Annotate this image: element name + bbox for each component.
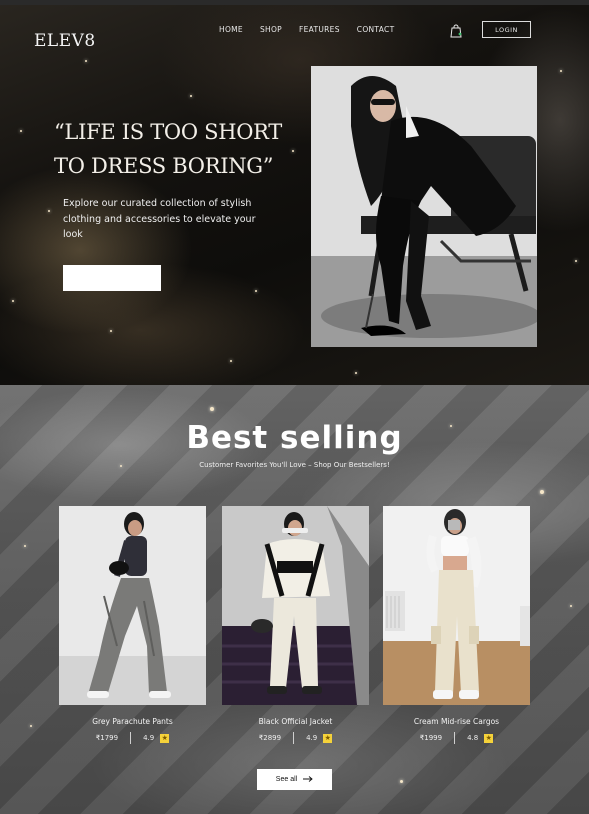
- product-price: ₹1799: [95, 734, 119, 742]
- nav-shop[interactable]: SHOP: [260, 25, 282, 34]
- hero-description: Explore our curated collection of stylis…: [63, 198, 256, 240]
- sparkle: [540, 490, 544, 494]
- product-rating: 4.8: [467, 734, 479, 742]
- product-image[interactable]: [383, 506, 530, 705]
- nav-home[interactable]: HOME: [219, 25, 243, 34]
- divider: [454, 732, 456, 744]
- product-rating: 4.9: [306, 734, 318, 742]
- product-rating: 4.9: [143, 734, 155, 742]
- sparkle: [570, 605, 572, 607]
- see-all-label: See all: [275, 776, 298, 783]
- hero-section: ELEV8 HOME SHOP FEATURES CONTACT LOGIN “…: [0, 0, 589, 385]
- product-card[interactable]: Black Official Jacket ₹2899 4.9 ★: [222, 506, 369, 744]
- sparkle: [30, 725, 32, 727]
- sparkle: [355, 372, 357, 374]
- login-button[interactable]: LOGIN: [482, 21, 531, 38]
- sparkle: [85, 60, 87, 62]
- product-image[interactable]: [59, 506, 206, 705]
- star-icon: ★: [160, 733, 170, 743]
- star-icon: ★: [323, 733, 333, 743]
- hero-quote-line-2: TO DRESS BORING”: [54, 154, 274, 178]
- sparkle: [110, 330, 112, 332]
- sparkle: [210, 407, 214, 411]
- sparkle: [575, 260, 577, 262]
- divider: [293, 732, 295, 744]
- nav-features[interactable]: FEATURES: [299, 25, 340, 34]
- hero-model-photo: [311, 66, 537, 347]
- product-name[interactable]: Black Official Jacket: [222, 717, 369, 726]
- sparkle: [560, 70, 562, 72]
- brand-logo[interactable]: ELEV8: [34, 31, 96, 51]
- top-border: [0, 0, 589, 5]
- sparkle: [292, 150, 294, 152]
- best-selling-section: Best selling Customer Favorites You'll L…: [0, 385, 589, 814]
- product-meta: ₹2899 4.9 ★: [222, 732, 369, 744]
- sparkle: [190, 95, 192, 97]
- star-icon: ★: [484, 733, 494, 743]
- sparkle: [400, 780, 403, 783]
- arrow-right-icon: [303, 775, 313, 784]
- nav-contact[interactable]: CONTACT: [357, 25, 395, 34]
- sparkle: [24, 545, 26, 547]
- product-meta: ₹1799 4.9 ★: [59, 732, 206, 744]
- divider: [130, 732, 132, 744]
- product-card[interactable]: Grey Parachute Pants ₹1799 4.9 ★: [59, 506, 206, 744]
- hero-quote: “LIFE IS TOO SHORT TO DRESS BORING”: [54, 115, 282, 183]
- product-image[interactable]: [222, 506, 369, 705]
- sparkle: [12, 300, 14, 302]
- section-title: Best selling: [186, 420, 403, 456]
- product-card[interactable]: Cream Mid-rise Cargos ₹1999 4.8 ★: [383, 506, 530, 744]
- sparkle: [48, 210, 50, 212]
- product-name[interactable]: Cream Mid-rise Cargos: [383, 717, 530, 726]
- sparkle: [20, 130, 22, 132]
- section-subtitle: Customer Favorites You'll Love – Shop Ou…: [199, 461, 390, 469]
- hero-quote-line-1: “LIFE IS TOO SHORT: [54, 120, 282, 144]
- main-nav: HOME SHOP FEATURES CONTACT: [219, 25, 411, 34]
- sparkle: [230, 360, 232, 362]
- see-all-button[interactable]: See all: [257, 769, 332, 790]
- shop-now-button[interactable]: [63, 265, 161, 291]
- product-name[interactable]: Grey Parachute Pants: [59, 717, 206, 726]
- product-price: ₹2899: [258, 734, 282, 742]
- product-price: ₹1999: [419, 734, 443, 742]
- shopping-bag-icon[interactable]: [450, 23, 462, 38]
- product-meta: ₹1999 4.8 ★: [383, 732, 530, 744]
- sparkle: [255, 290, 257, 292]
